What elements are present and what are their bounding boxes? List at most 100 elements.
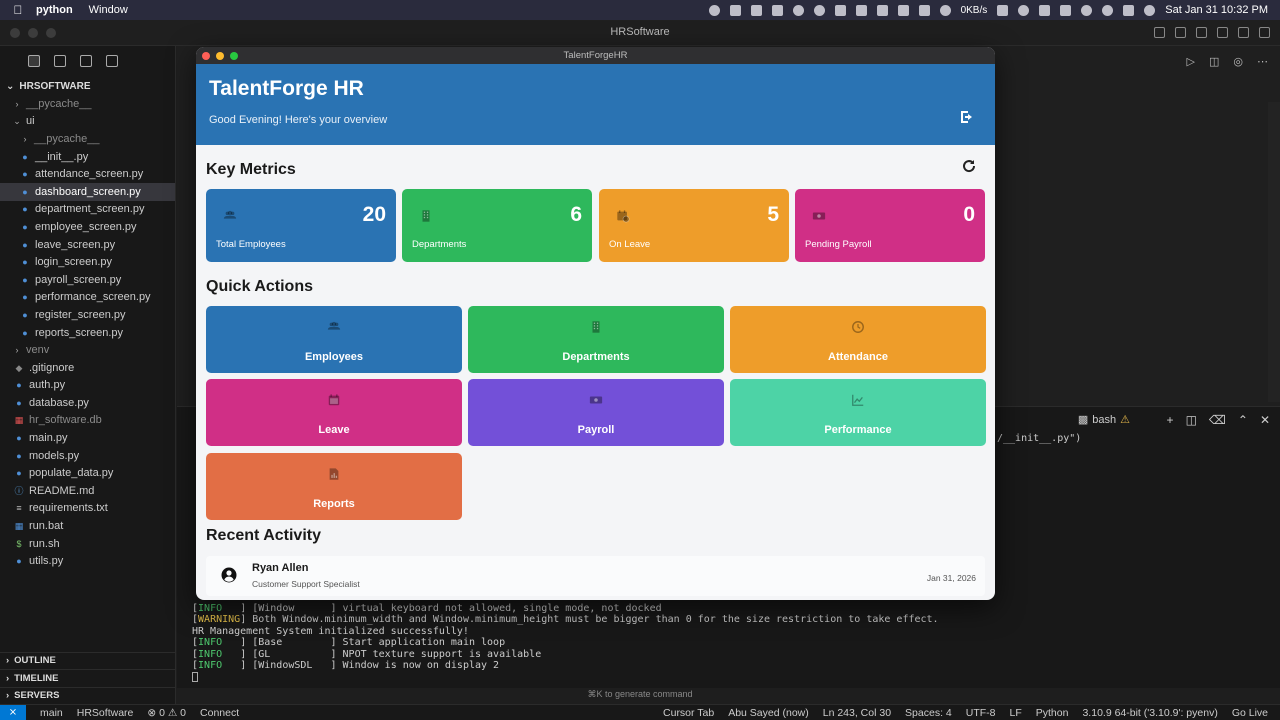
status-position[interactable]: Ln 243, Col 30 [823, 707, 891, 719]
refresh-icon[interactable] [961, 158, 977, 174]
quick-action-payroll-button[interactable]: Payroll [468, 379, 724, 446]
key-metrics-title: Key Metrics [206, 161, 296, 178]
file-tree-item[interactable]: ● auth.py [0, 377, 175, 395]
file-tree-item[interactable]: ● register_screen.py [0, 306, 175, 324]
more-icon[interactable]: ⋯ [1257, 55, 1268, 68]
tray-app-icon[interactable] [729, 4, 741, 16]
quick-action-employees-button[interactable]: Employees [206, 306, 462, 373]
terminal-tab[interactable]: ▩ bash ⚠ [1078, 413, 1130, 427]
gear-icon[interactable] [1259, 27, 1270, 38]
record-icon[interactable] [708, 4, 720, 16]
status-branch[interactable]: main [40, 707, 63, 719]
file-tree-item[interactable]: ● employee_screen.py [0, 218, 175, 236]
tray-app-icon[interactable] [771, 4, 783, 16]
quick-action-reports-button[interactable]: Reports [206, 453, 462, 520]
menu-window[interactable]: Window [89, 4, 128, 16]
file-tree-item[interactable]: ● reports_screen.py [0, 324, 175, 342]
file-tree-item[interactable]: ● login_screen.py [0, 253, 175, 271]
toggle-sidebar-icon[interactable] [1175, 27, 1186, 38]
status-connect[interactable]: Connect [200, 707, 239, 719]
file-tree-item[interactable]: $ run.sh [0, 535, 175, 553]
status-author[interactable]: Abu Sayed (now) [728, 707, 809, 719]
file-tree-item[interactable]: ● leave_screen.py [0, 236, 175, 254]
file-tree-item[interactable]: ≡ requirements.txt [0, 500, 175, 518]
split-terminal-icon[interactable]: ◫ [1186, 413, 1197, 427]
file-tree-item[interactable]: ● database.py [0, 394, 175, 412]
volume-icon[interactable] [997, 4, 1009, 16]
clock-icon[interactable] [1018, 4, 1030, 16]
quick-action-leave-button[interactable]: Leave [206, 379, 462, 446]
status-project[interactable]: HRSoftware [77, 707, 134, 719]
file-tree-item[interactable]: ● payroll_screen.py [0, 271, 175, 289]
status-encoding[interactable]: UTF-8 [966, 707, 996, 719]
status-spaces[interactable]: Spaces: 4 [905, 707, 952, 719]
search-icon[interactable] [1238, 27, 1249, 38]
toggle-secondary-sidebar-icon[interactable] [1217, 27, 1228, 38]
status-golive[interactable]: Go Live [1232, 707, 1268, 719]
trash-icon[interactable]: ⌫ [1209, 413, 1226, 427]
status-problems[interactable]: ⊗ 0 ⚠ 0 [147, 707, 186, 719]
tray-app-icon[interactable] [792, 4, 804, 16]
tray-app-icon[interactable] [855, 4, 867, 16]
tray-app-icon[interactable] [1060, 4, 1072, 16]
timeline-section[interactable]: › TIMELINE [0, 669, 176, 687]
status-language[interactable]: Python [1036, 707, 1069, 719]
search-icon[interactable] [54, 55, 66, 67]
file-tree-item[interactable]: ● populate_data.py [0, 464, 175, 482]
file-tree-item[interactable]: ⓘ README.md [0, 482, 175, 500]
file-tree-item[interactable]: › __pycache__ [0, 130, 175, 148]
explorer-root[interactable]: ⌄ HRSOFTWARE [0, 77, 175, 95]
file-tree-item[interactable]: ● models.py [0, 447, 175, 465]
quick-action-departments-button[interactable]: Departments [468, 306, 724, 373]
file-tree-item[interactable]: ▦ run.bat [0, 517, 175, 535]
tray-app-icon[interactable] [1102, 4, 1114, 16]
logout-icon[interactable] [959, 109, 975, 125]
globe-icon[interactable]: ◎ [1233, 55, 1243, 68]
tray-app-icon[interactable] [918, 4, 930, 16]
notion-icon[interactable] [834, 4, 846, 16]
toggle-panel-icon[interactable] [1196, 27, 1207, 38]
extensions-icon[interactable] [106, 55, 118, 67]
file-tree-item[interactable]: ▦ hr_software.db [0, 412, 175, 430]
cloud-icon[interactable] [876, 4, 888, 16]
file-tree-item[interactable]: › venv [0, 341, 175, 359]
status-cursor-tab[interactable]: Cursor Tab [663, 707, 714, 719]
file-tree-item[interactable]: ● dashboard_screen.py [0, 182, 175, 201]
new-terminal-icon[interactable]: + [1167, 413, 1174, 427]
file-tree-item[interactable]: ◆ .gitignore [0, 359, 175, 377]
chevron-up-icon[interactable]: ⌃ [1238, 413, 1248, 427]
run-icon[interactable]: ▷ [1187, 55, 1195, 68]
control-center-icon[interactable] [1123, 4, 1135, 16]
tray-app-icon[interactable] [750, 4, 762, 16]
add-icon[interactable] [1154, 27, 1165, 38]
split-editor-icon[interactable]: ◫ [1209, 55, 1219, 68]
activity-item[interactable]: Ryan Allen Customer Support Specialist J… [206, 556, 985, 596]
play-icon[interactable] [939, 4, 951, 16]
menubar-clock[interactable]: Sat Jan 31 10:32 PM [1165, 4, 1268, 16]
file-tree-item[interactable]: ● department_screen.py [0, 201, 175, 219]
input-source-icon[interactable] [1039, 4, 1051, 16]
menu-app-name[interactable]: python [36, 4, 73, 16]
file-tree-item[interactable]: ● __init__.py [0, 148, 175, 166]
file-tree-item[interactable]: › __pycache__ [0, 95, 175, 113]
editor-scrollbar[interactable] [1268, 102, 1280, 402]
file-tree-item[interactable]: ● attendance_screen.py [0, 165, 175, 183]
source-control-icon[interactable] [80, 55, 92, 67]
remote-icon[interactable]: ⨯ [0, 704, 26, 720]
battery-icon[interactable] [897, 4, 909, 16]
quick-action-performance-button[interactable]: Performance [730, 379, 986, 446]
file-tree-item[interactable]: ● main.py [0, 429, 175, 447]
siri-icon[interactable] [1144, 4, 1156, 16]
apple-menu-icon[interactable]:  [0, 3, 36, 17]
file-tree-item[interactable]: ● utils.py [0, 552, 175, 570]
status-interpreter[interactable]: 3.10.9 64-bit ('3.10.9': pyenv) [1082, 707, 1217, 719]
status-eol[interactable]: LF [1010, 707, 1022, 719]
quick-action-attendance-button[interactable]: Attendance [730, 306, 986, 373]
outline-section[interactable]: › OUTLINE [0, 651, 176, 670]
file-tree-item[interactable]: ● performance_screen.py [0, 289, 175, 307]
close-icon[interactable]: ✕ [1260, 413, 1270, 427]
tray-app-icon[interactable] [813, 4, 825, 16]
wifi-icon[interactable] [1081, 4, 1093, 16]
explorer-icon[interactable] [28, 55, 40, 67]
file-tree-item[interactable]: ⌄ ui [0, 113, 175, 131]
